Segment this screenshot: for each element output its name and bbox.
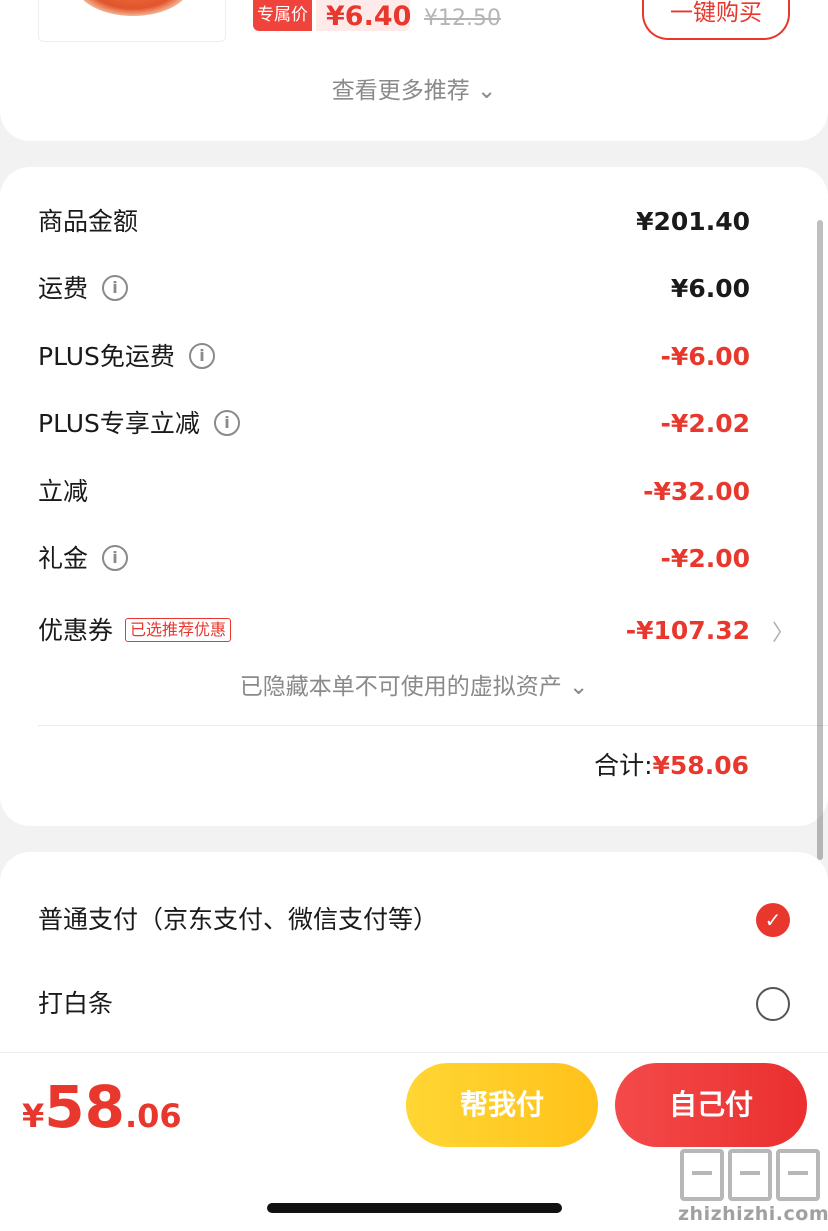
info-icon[interactable]: i [188,343,215,369]
row-value: -¥32.00 [643,477,750,506]
checkout-bottom-bar: ¥58.06 帮我付 自己付 zhizhizhi.com [0,1052,828,1231]
price-row-shipping: 运费 i ¥6.00 [38,269,750,309]
row-value: -¥107.32 [625,616,750,645]
exclusive-price-tag: 专属价 [253,0,312,31]
row-value: -¥6.00 [660,342,750,371]
see-more-recommendations-link[interactable]: 查看更多推荐 ⌄ [0,76,828,106]
row-label: PLUS免运费 [38,342,175,371]
final-price: ¥58.06 [22,1077,182,1137]
payment-option-normal[interactable]: 普通支付（京东支付、微信支付等） ✓ [38,898,790,942]
total-value: ¥58.06 [652,751,749,780]
one-click-buy-button[interactable]: 一键购买 [642,0,790,40]
recommendation-original-price: ¥12.50 [424,6,501,31]
payment-option-baitiao[interactable]: 打白条 [38,982,790,1026]
price-decimal: .06 [124,1097,182,1135]
help-me-pay-button[interactable]: 帮我付 [406,1063,598,1147]
scrollbar[interactable] [817,220,823,860]
info-icon[interactable]: i [102,275,129,301]
hidden-assets-toggle[interactable]: 已隐藏本单不可使用的虚拟资产 ⌄ [0,671,828,703]
row-label: PLUS专享立减 [38,409,200,438]
price-row-plus-discount: PLUS专享立减 i -¥2.02 [38,404,750,444]
total-label: 合计: [594,751,653,780]
info-icon[interactable]: i [213,410,240,436]
product-thumbnail[interactable] [38,0,226,42]
row-value: ¥201.40 [636,207,750,236]
radio-circle-icon[interactable] [756,987,790,1021]
chevron-right-icon[interactable]: 〉 [772,619,794,649]
price-row-gift-money: 礼金 i -¥2.00 [38,539,750,579]
home-indicator[interactable] [267,1203,562,1213]
row-value: ¥6.00 [670,274,750,303]
currency-symbol: ¥ [22,1097,45,1135]
info-icon[interactable]: i [102,545,129,571]
price-row-instant-discount: 立减 -¥32.00 [38,472,750,512]
pay-myself-button[interactable]: 自己付 [615,1063,807,1147]
row-label: 立减 [38,477,89,506]
check-circle-icon[interactable]: ✓ [756,903,790,937]
product-image [75,0,191,16]
price-detail-card: 商品金额 ¥201.40 运费 i ¥6.00 PLUS免运费 i -¥6.00 P… [0,167,828,826]
price-row-coupon[interactable]: 优惠券 已选推荐优惠 -¥107.32 [38,611,750,651]
order-total: 合计:¥58.06 [594,748,749,784]
row-value: -¥2.02 [660,409,750,438]
row-label: 商品金额 [38,207,139,236]
payment-option-label: 打白条 [38,989,114,1018]
row-value: -¥2.00 [660,544,750,573]
recommended-coupon-badge: 已选推荐优惠 [125,618,232,642]
price-row-plus-free-shipping: PLUS免运费 i -¥6.00 [38,337,750,377]
divider [38,725,828,726]
row-label: 运费 [38,274,89,303]
row-label: 优惠券 [38,616,114,645]
recommendation-price: ¥6.40 [326,1,412,32]
payment-methods-card: 普通支付（京东支付、微信支付等） ✓ 打白条 [0,852,828,1062]
price-row-goods-amount: 商品金额 ¥201.40 [38,202,750,242]
recommendation-card: 专属价 ¥6.40 ¥12.50 一键购买 查看更多推荐 ⌄ [0,0,828,141]
watermark-text: zhizhizhi.com [678,1203,828,1225]
row-label: 礼金 [38,544,89,573]
watermark-logo [680,1149,820,1201]
price-integer: 58 [44,1073,125,1141]
payment-option-label: 普通支付（京东支付、微信支付等） [38,905,439,934]
